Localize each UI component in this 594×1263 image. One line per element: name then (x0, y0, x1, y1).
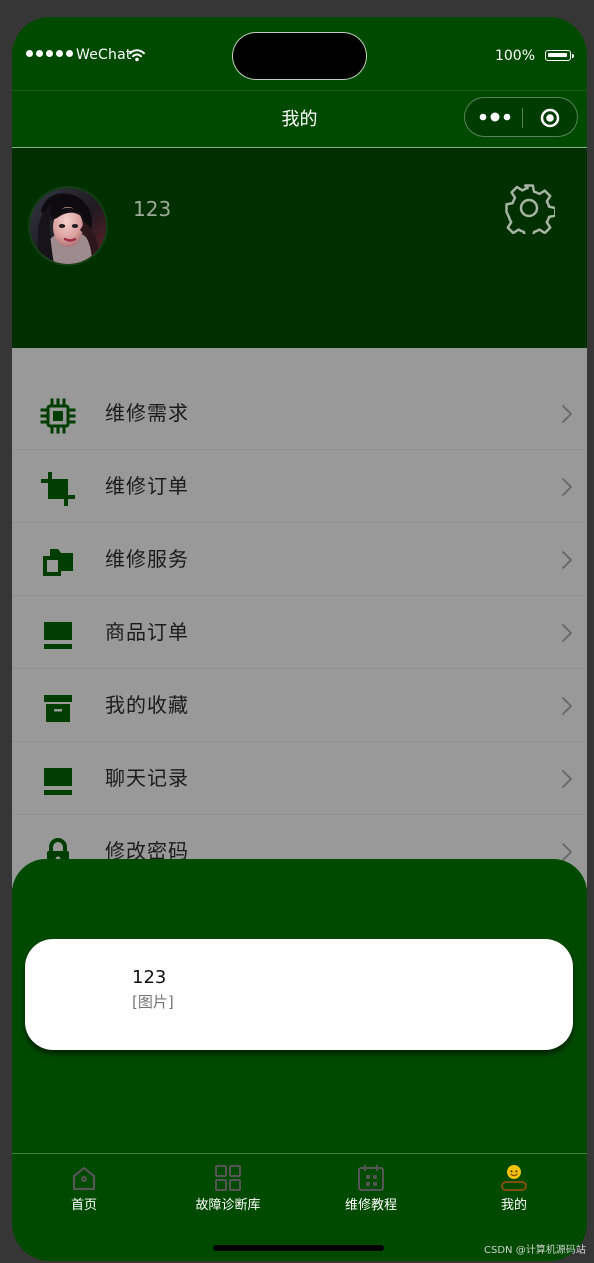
menu-item-label: 商品订单 (105, 620, 189, 644)
chevron-right-icon (562, 697, 572, 715)
profile-menu-list: 维修需求 维修订单 维修服务 商品订单 我的收藏 聊天记录 修改密码 (12, 377, 587, 888)
menu-item-favorites[interactable]: 我的收藏 (12, 669, 587, 742)
menu-item-label: 维修需求 (105, 401, 189, 425)
menu-item-label: 维修订单 (105, 474, 189, 498)
tab-profile-label: 我的 (500, 1198, 527, 1213)
capsule-divider (522, 108, 523, 128)
more-options-icon[interactable] (479, 110, 511, 124)
message-popup-card[interactable]: 123 [图片] (25, 939, 573, 1050)
navigation-bar: 我的 (12, 90, 587, 148)
battery-icon (545, 50, 574, 61)
profile-header: 123 (12, 148, 587, 348)
menu-item-label: 维修服务 (105, 547, 189, 571)
split-box-icon (44, 768, 72, 795)
signal-strength-icon (26, 50, 73, 57)
popup-subtitle: [图片] (132, 993, 174, 1011)
message-overlay-panel: 123 [图片] (12, 859, 587, 1153)
split-box-icon (44, 622, 72, 649)
tab-home[interactable]: 首页 (12, 1162, 156, 1227)
chevron-right-icon (562, 405, 572, 423)
tab-fault-diagnosis-library-label: 故障诊断库 (195, 1198, 261, 1213)
menu-item-repair-services[interactable]: 维修服务 (12, 523, 587, 596)
menu-background: 维修需求 维修订单 维修服务 商品订单 我的收藏 聊天记录 修改密码 (12, 348, 587, 888)
tab-profile-active[interactable]: 我的 (442, 1162, 586, 1227)
crop-icon (41, 472, 75, 506)
home-icon (72, 1166, 96, 1191)
tab-fault-diagnosis-library[interactable]: 故障诊断库 (156, 1162, 300, 1227)
dynamic-island (233, 33, 366, 79)
home-indicator[interactable] (213, 1245, 384, 1251)
watermark: CSDN @计算机源码站 (484, 1245, 586, 1256)
battery-percentage: 100% (494, 48, 535, 64)
status-bar: WeChat 100% (12, 17, 587, 90)
wifi-icon (129, 49, 145, 62)
phone-frame: WeChat 100% 我的 123 维修需求 维修订单 维修服务 商品订单 我… (12, 17, 587, 1261)
menu-item-repair-orders[interactable]: 维修订单 (12, 450, 587, 523)
profile-emoji-icon (501, 1165, 527, 1191)
wechat-mini-program-screen: WeChat 100% 我的 123 维修需求 维修订单 维修服务 商品订单 我… (0, 0, 594, 1263)
grid-icon (215, 1165, 241, 1191)
chevron-right-icon (562, 843, 572, 861)
tab-home-label: 首页 (70, 1198, 97, 1213)
mini-program-capsule[interactable] (464, 97, 578, 137)
avatar[interactable] (30, 188, 106, 264)
chevron-right-icon (562, 551, 572, 569)
menu-item-label: 我的收藏 (105, 693, 189, 717)
chevron-right-icon (562, 624, 572, 642)
calendar-icon (358, 1165, 384, 1191)
menu-item-product-orders[interactable]: 商品订单 (12, 596, 587, 669)
chip-icon (40, 398, 76, 434)
archive-icon (44, 695, 72, 722)
folders-icon (43, 549, 73, 576)
carrier-name: WeChat (76, 47, 132, 63)
profile-username: 123 (133, 197, 172, 221)
popup-title: 123 (132, 967, 167, 988)
tab-repair-tutorial-label: 维修教程 (344, 1198, 397, 1213)
menu-item-repair-demand[interactable]: 维修需求 (12, 377, 587, 450)
menu-item-chat-history[interactable]: 聊天记录 (12, 742, 587, 815)
tab-repair-tutorial[interactable]: 维修教程 (299, 1162, 443, 1227)
close-mini-program-icon[interactable] (539, 107, 561, 129)
gear-icon[interactable] (503, 182, 555, 234)
menu-item-label: 聊天记录 (105, 766, 189, 790)
chevron-right-icon (562, 770, 572, 788)
chevron-right-icon (562, 478, 572, 496)
